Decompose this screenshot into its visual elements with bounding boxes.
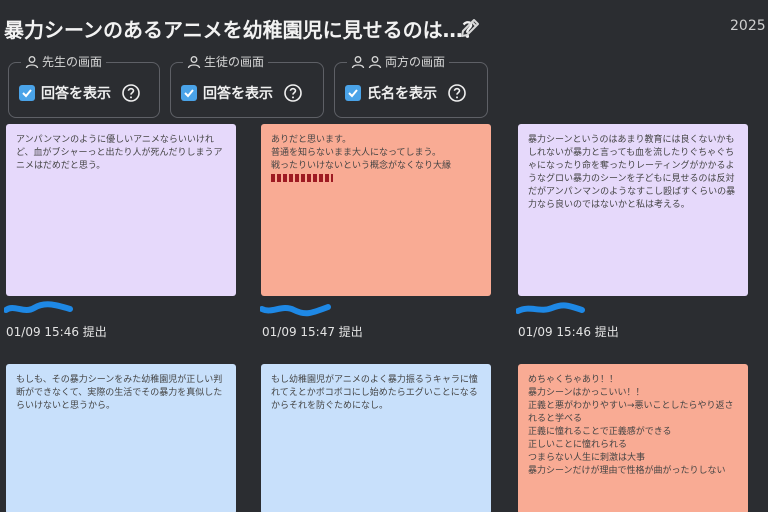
answer-card[interactable]: もしも、その暴力シーンをみた幼稚園児が正しい判断ができなくて、実際の生活でその暴… bbox=[6, 364, 236, 512]
answer-text: めちゃくちゃあり！！ 暴力シーンはかっこいい！！ 正義と悪がわかりやすい→悪いこ… bbox=[528, 375, 734, 476]
header: 暴力シーンのあるアニメを幼稚園児に見せるのは…？ 2025 bbox=[0, 10, 768, 46]
person-icon bbox=[25, 55, 39, 68]
answer-text: 暴力シーンというのはあまり教育には良くないかもしれないが暴力と言っても血を流した… bbox=[528, 135, 736, 210]
submitted-time: 01/09 15:46 提出 bbox=[6, 325, 107, 339]
answer-text: もしも、その暴力シーンをみた幼稚園児が正しい判断ができなくて、実際の生活でその暴… bbox=[16, 375, 223, 411]
show-answers-option[interactable]: 回答を表示 bbox=[181, 83, 303, 103]
person-icon bbox=[351, 55, 365, 68]
submitted-time: 01/09 15:46 提出 bbox=[518, 325, 619, 339]
show-names-option[interactable]: 氏名を表示 bbox=[345, 83, 467, 103]
checkmark-icon bbox=[348, 89, 358, 98]
board-page: 暴力シーンのあるアニメを幼稚園児に見せるのは…？ 2025 先生の画面 回答を表… bbox=[0, 0, 768, 512]
redacted-mark bbox=[271, 174, 333, 182]
student-view-group: 生徒の画面 回答を表示 bbox=[170, 53, 324, 118]
answer-card[interactable]: 暴力シーンというのはあまり教育には良くないかもしれないが暴力と言っても血を流した… bbox=[518, 124, 748, 296]
checkmark-icon bbox=[22, 89, 32, 98]
show-answers-checkbox[interactable] bbox=[181, 85, 197, 101]
group-legend: 先生の画面 bbox=[21, 53, 107, 70]
group-legend: 両方の画面 bbox=[347, 53, 450, 70]
help-icon[interactable] bbox=[121, 83, 141, 103]
group-legend-label: 生徒の画面 bbox=[204, 55, 265, 69]
answer-card[interactable]: アンパンマンのように優しいアニメならいいけれど、血がブシャーっと出たり人が死んだ… bbox=[6, 124, 236, 296]
show-names-checkbox[interactable] bbox=[345, 85, 361, 101]
show-answers-checkbox[interactable] bbox=[19, 85, 35, 101]
show-names-label: 氏名を表示 bbox=[367, 86, 437, 102]
show-answers-option[interactable]: 回答を表示 bbox=[19, 83, 141, 103]
page-title: 暴力シーンのあるアニメを幼稚園児に見せるのは…？ bbox=[4, 18, 483, 42]
submitted-time: 01/09 15:47 提出 bbox=[262, 325, 363, 339]
year-label: 2025 bbox=[730, 18, 766, 34]
answer-text: もし幼稚園児がアニメのよく暴力振るうキャラに憧れてえとかボコボコにし始めたらエグ… bbox=[271, 375, 478, 411]
redacted-name bbox=[4, 301, 73, 313]
help-icon[interactable] bbox=[283, 83, 303, 103]
group-legend: 生徒の画面 bbox=[183, 53, 269, 70]
show-answers-label: 回答を表示 bbox=[41, 86, 111, 102]
redacted-name bbox=[516, 302, 585, 314]
pencil-icon[interactable] bbox=[458, 16, 482, 40]
answer-card[interactable]: めちゃくちゃあり！！ 暴力シーンはかっこいい！！ 正義と悪がわかりやすい→悪いこ… bbox=[518, 364, 748, 512]
show-answers-label: 回答を表示 bbox=[203, 86, 273, 102]
answer-card[interactable]: ありだと思います。 普通を知らないまま大人になってしまう。 戦ったりいけないとい… bbox=[261, 124, 491, 296]
answer-card[interactable]: もし幼稚園児がアニメのよく暴力振るうキャラに憧れてえとかボコボコにし始めたらエグ… bbox=[261, 364, 491, 512]
answer-text: ありだと思います。 普通を知らないまま大人になってしまう。 戦ったりいけないとい… bbox=[271, 135, 452, 171]
person-icon bbox=[368, 55, 382, 68]
person-icon bbox=[187, 55, 201, 68]
redacted-name bbox=[260, 304, 331, 317]
group-legend-label: 先生の画面 bbox=[42, 55, 103, 69]
teacher-view-group: 先生の画面 回答を表示 bbox=[8, 53, 160, 118]
answer-text: アンパンマンのように優しいアニメならいいけれど、血がブシャーっと出たり人が死んだ… bbox=[16, 135, 223, 171]
help-icon[interactable] bbox=[447, 83, 467, 103]
group-legend-label: 両方の画面 bbox=[385, 55, 446, 69]
checkmark-icon bbox=[184, 89, 194, 98]
both-view-group: 両方の画面 氏名を表示 bbox=[334, 53, 488, 118]
